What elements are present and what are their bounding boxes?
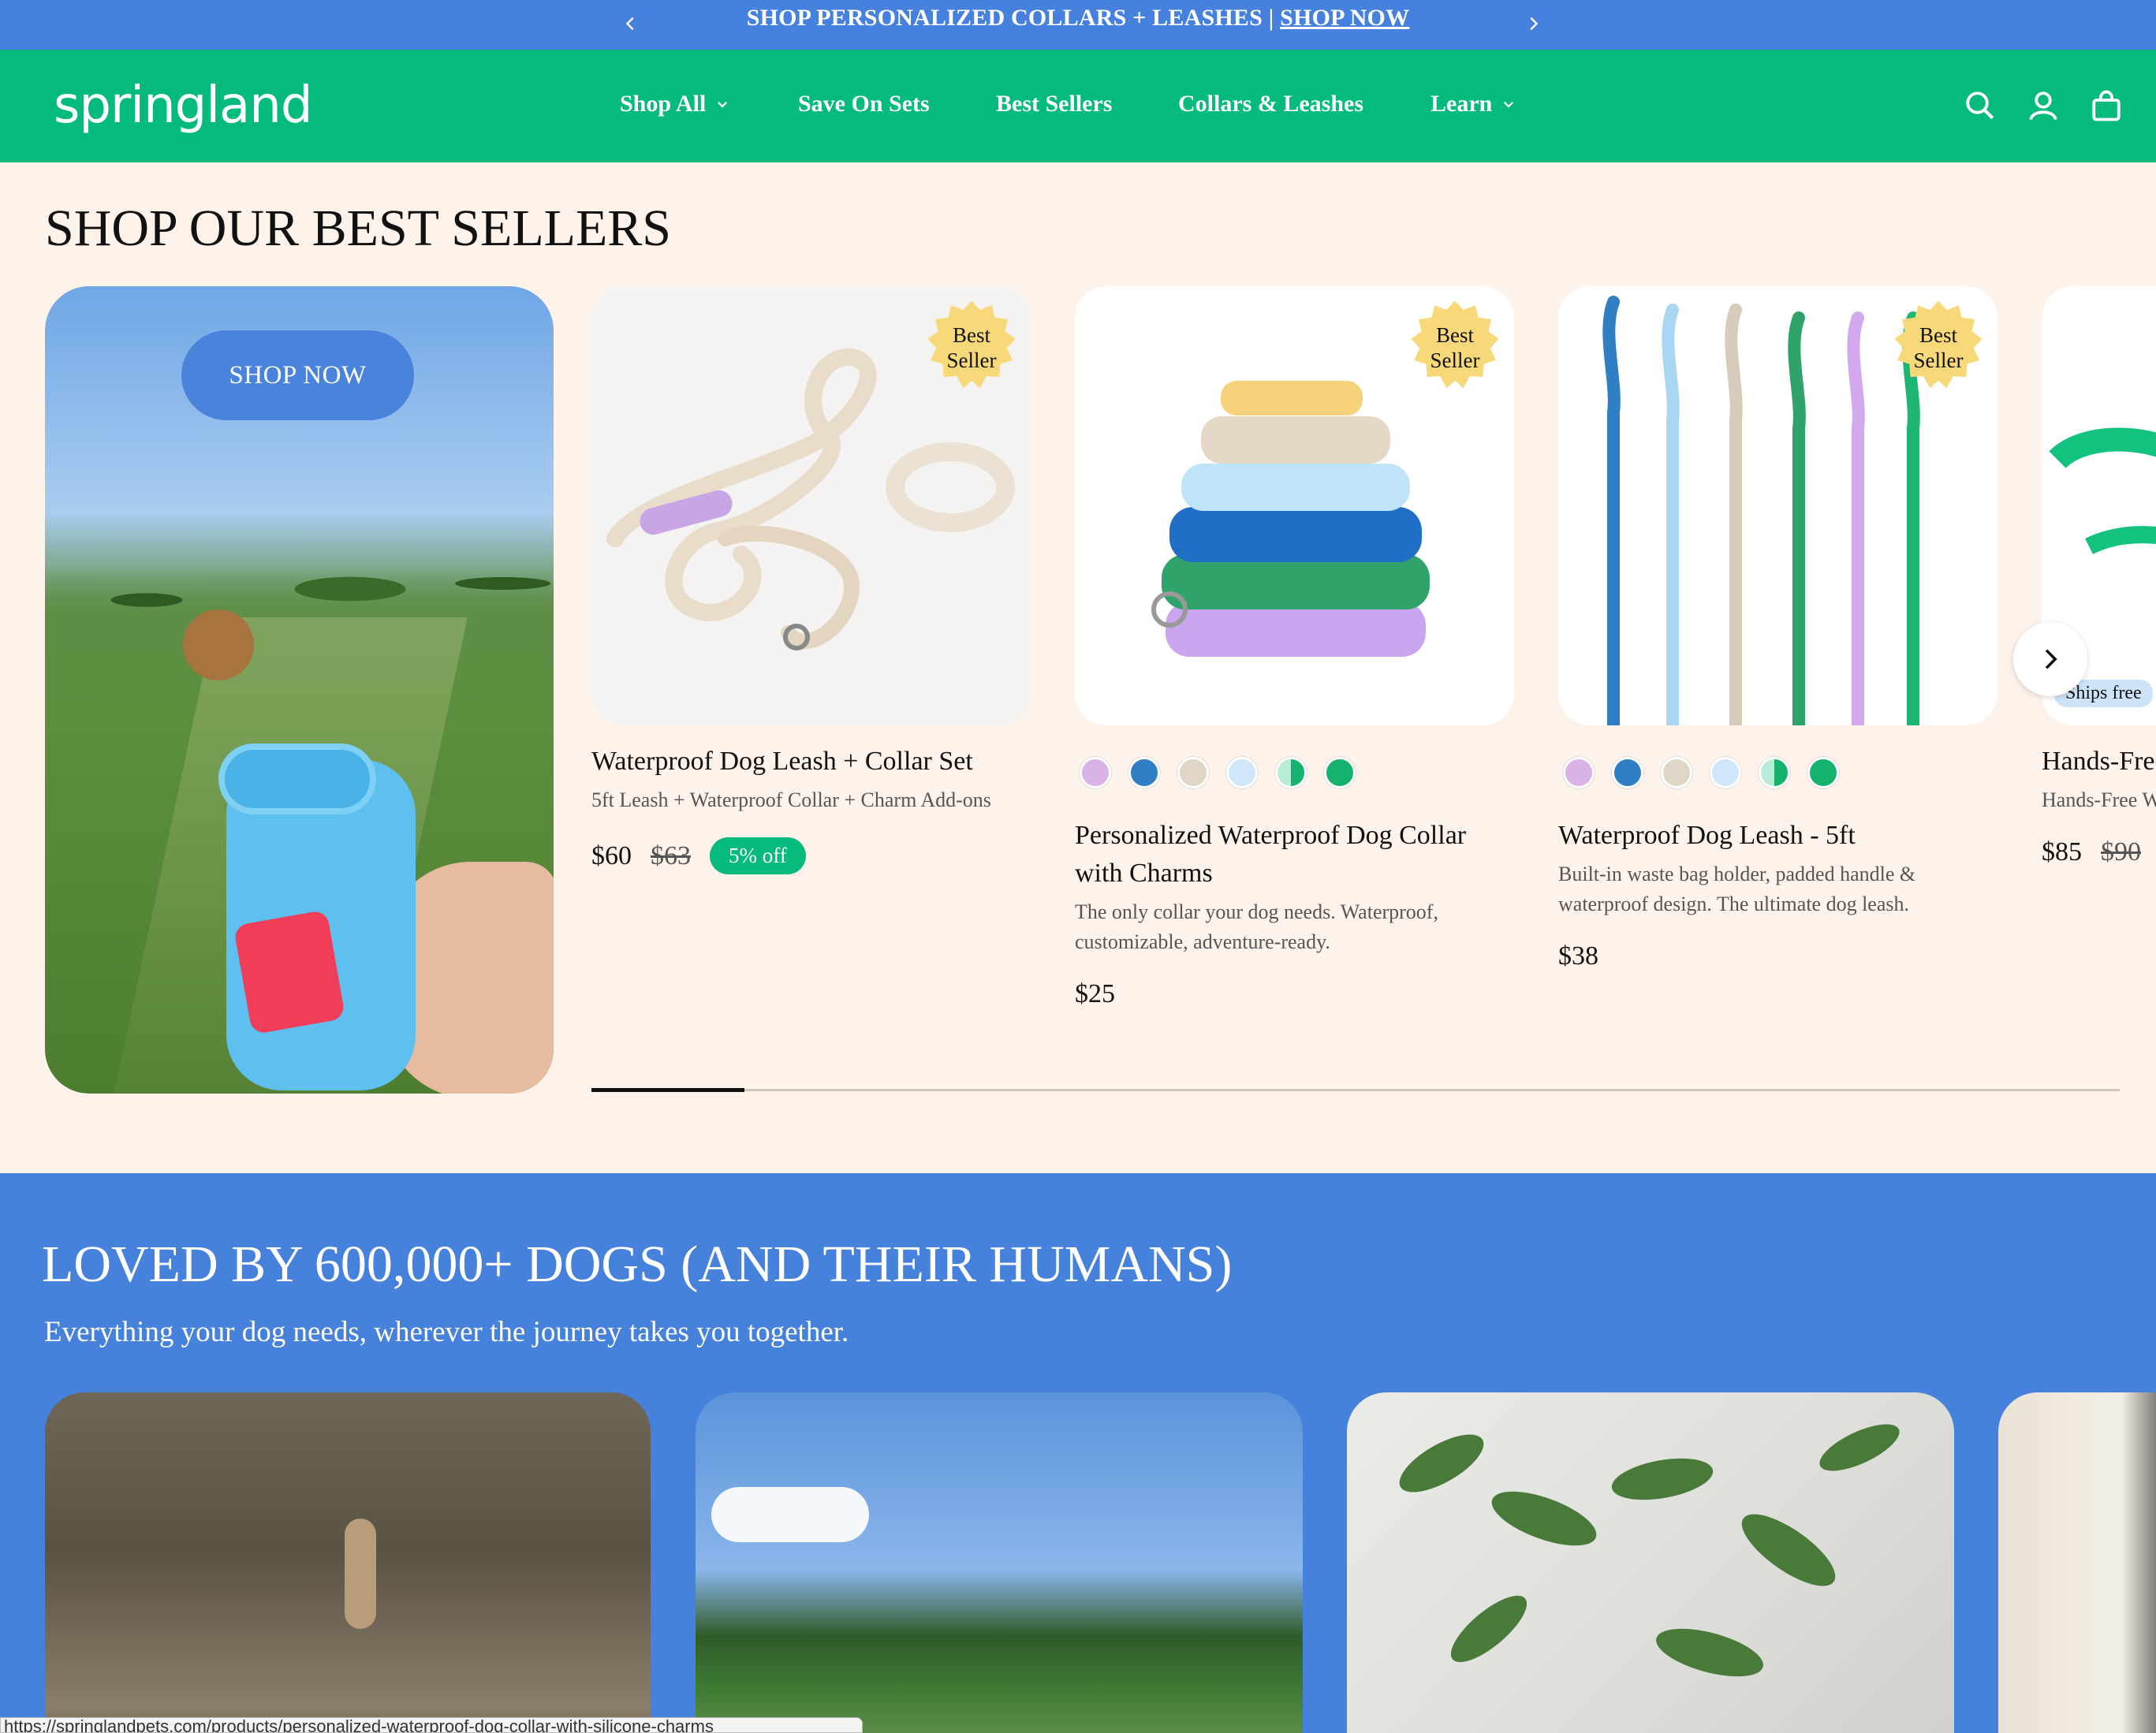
swatch-sand[interactable] — [1177, 757, 1209, 788]
product-desc: Hands-Free Waterproof — [2042, 788, 2156, 811]
nav-shop-all[interactable]: Shop All — [620, 91, 729, 117]
product-name[interactable]: Waterproof Dog Leash - 5ft — [1558, 817, 1997, 855]
swatch-lilac[interactable] — [1563, 757, 1595, 788]
springland-logo[interactable]: springland — [54, 76, 312, 135]
price-row: $60 $63 5% off — [591, 837, 1031, 874]
best-seller-badge: Best Seller — [1892, 299, 1985, 392]
product-card[interactable]: Best Seller Waterproof Dog Leash - 5ft Bu… — [1558, 286, 1997, 971]
nav-collars-leashes-label: Collars & Leashes — [1178, 91, 1363, 117]
chevron-down-icon — [1504, 101, 1514, 108]
nav-save-on-sets[interactable]: Save On Sets — [798, 91, 930, 117]
product-image[interactable]: Best Seller — [1075, 286, 1514, 725]
product-name[interactable]: Waterproof Dog Leash + Collar Set — [591, 743, 1031, 781]
product-compare-price: $90 — [2101, 837, 2141, 866]
badge-text: Best Seller — [1913, 323, 1964, 372]
swatch-mint-green[interactable] — [1275, 757, 1307, 788]
color-swatches — [1080, 757, 1514, 788]
video-card[interactable] — [696, 1392, 1303, 1733]
nav-best-sellers-label: Best Sellers — [996, 91, 1113, 117]
announcement-message: SHOP PERSONALIZED COLLARS + LEASHES | SH… — [0, 5, 2156, 32]
badge-text: Best Seller — [946, 323, 997, 372]
swatch-green[interactable] — [1324, 757, 1356, 788]
chevron-right-icon — [2045, 649, 2057, 669]
video-card[interactable] — [1998, 1392, 2156, 1733]
nav-save-on-sets-label: Save On Sets — [798, 91, 930, 117]
price-row: $85 $90 — [2042, 837, 2156, 867]
shop-now-button[interactable]: SHOP NOW — [181, 330, 414, 420]
best-sellers-title: SHOP OUR BEST SELLERS — [45, 199, 671, 257]
announcement-bar: SHOP PERSONALIZED COLLARS + LEASHES | SH… — [0, 0, 2156, 50]
product-desc: Built-in waste bag holder, padded handle… — [1558, 863, 1916, 915]
promo-image-dog — [183, 609, 254, 680]
product-card[interactable]: Best Seller Personalized Waterproof Dog C… — [1075, 286, 1514, 1009]
promo-image-card[interactable]: SHOP NOW — [45, 286, 554, 1094]
nav-best-sellers[interactable]: Best Sellers — [996, 91, 1112, 117]
product-image[interactable]: Best Seller — [1558, 286, 1997, 725]
video-card[interactable] — [1347, 1392, 1954, 1733]
search-icon[interactable] — [1960, 86, 2000, 125]
swatch-sand[interactable] — [1661, 757, 1692, 788]
site-header: springland Shop All Save On Sets Best Se… — [0, 50, 2156, 162]
product-price: $60 — [591, 840, 632, 870]
discount-pill: 5% off — [710, 837, 806, 874]
badge-text: Best Seller — [1430, 323, 1480, 372]
promo-image-sticker — [233, 909, 346, 1035]
product-price: $38 — [1558, 941, 1598, 971]
video-thumb-cloud — [711, 1487, 869, 1542]
swatch-sky[interactable] — [1710, 757, 1741, 788]
cart-icon[interactable] — [2087, 86, 2126, 125]
loved-subtitle: Everything your dog needs, wherever the … — [44, 1316, 849, 1348]
swatch-blue[interactable] — [1128, 757, 1160, 788]
nav-shop-all-label: Shop All — [620, 91, 707, 117]
product-name[interactable]: Hands-Free Collar Set — [2042, 743, 2156, 781]
announcement-next-icon[interactable] — [1517, 6, 1549, 41]
best-seller-badge: Best Seller — [1408, 299, 1501, 392]
product-image[interactable]: Best Seller — [591, 286, 1031, 725]
swatch-green[interactable] — [1807, 757, 1839, 788]
carousel-next-button[interactable] — [2013, 622, 2087, 696]
swatch-mint-green[interactable] — [1759, 757, 1790, 788]
product-price: $25 — [1075, 979, 1115, 1008]
chevron-down-icon — [718, 101, 728, 108]
video-thumb-plant — [1399, 1424, 1900, 1677]
video-thumb-detail — [345, 1519, 376, 1629]
promo-image-trees — [45, 523, 554, 633]
product-desc: 5ft Leash + Waterproof Collar + Charm Ad… — [591, 788, 991, 811]
announcement-text: SHOP PERSONALIZED COLLARS + LEASHES | — [746, 5, 1281, 31]
video-card[interactable] — [45, 1392, 651, 1733]
price-row: $38 — [1558, 941, 1997, 971]
product-desc: The only collar your dog needs. Waterpro… — [1075, 900, 1438, 953]
loved-section: LOVED BY 600,000+ DOGS (AND THEIR HUMANS… — [0, 1173, 2156, 1733]
best-seller-badge: Best Seller — [925, 299, 1018, 392]
promo-image-bowl — [218, 744, 376, 814]
carousel-progress-fill — [591, 1088, 744, 1092]
price-row: $25 — [1075, 979, 1514, 1009]
product-name[interactable]: Personalized Waterproof Dog Collar with … — [1075, 817, 1514, 893]
color-swatches — [1563, 757, 1997, 788]
loved-title: LOVED BY 600,000+ DOGS (AND THEIR HUMANS… — [42, 1235, 1233, 1293]
nav-collars-leashes[interactable]: Collars & Leashes — [1178, 91, 1363, 117]
swatch-lilac[interactable] — [1080, 757, 1111, 788]
product-card[interactable]: Best Seller Waterproof Dog Leash + Collar… — [591, 286, 1031, 874]
announcement-shop-now-link[interactable]: SHOP NOW — [1280, 5, 1409, 31]
product-compare-price: $63 — [651, 840, 691, 870]
account-icon[interactable] — [2024, 86, 2063, 125]
link-status-url: https://springlandpets.com/products/pers… — [0, 1717, 863, 1733]
product-price: $85 — [2042, 837, 2082, 866]
nav-learn[interactable]: Learn — [1430, 91, 1516, 117]
product-card[interactable]: Hands-Free Collar Set Hands-Free Waterpr… — [2042, 286, 2156, 867]
swatch-blue[interactable] — [1612, 757, 1643, 788]
nav-learn-label: Learn — [1430, 91, 1493, 117]
carousel-progress[interactable] — [591, 1088, 2120, 1092]
swatch-sky[interactable] — [1226, 757, 1258, 788]
